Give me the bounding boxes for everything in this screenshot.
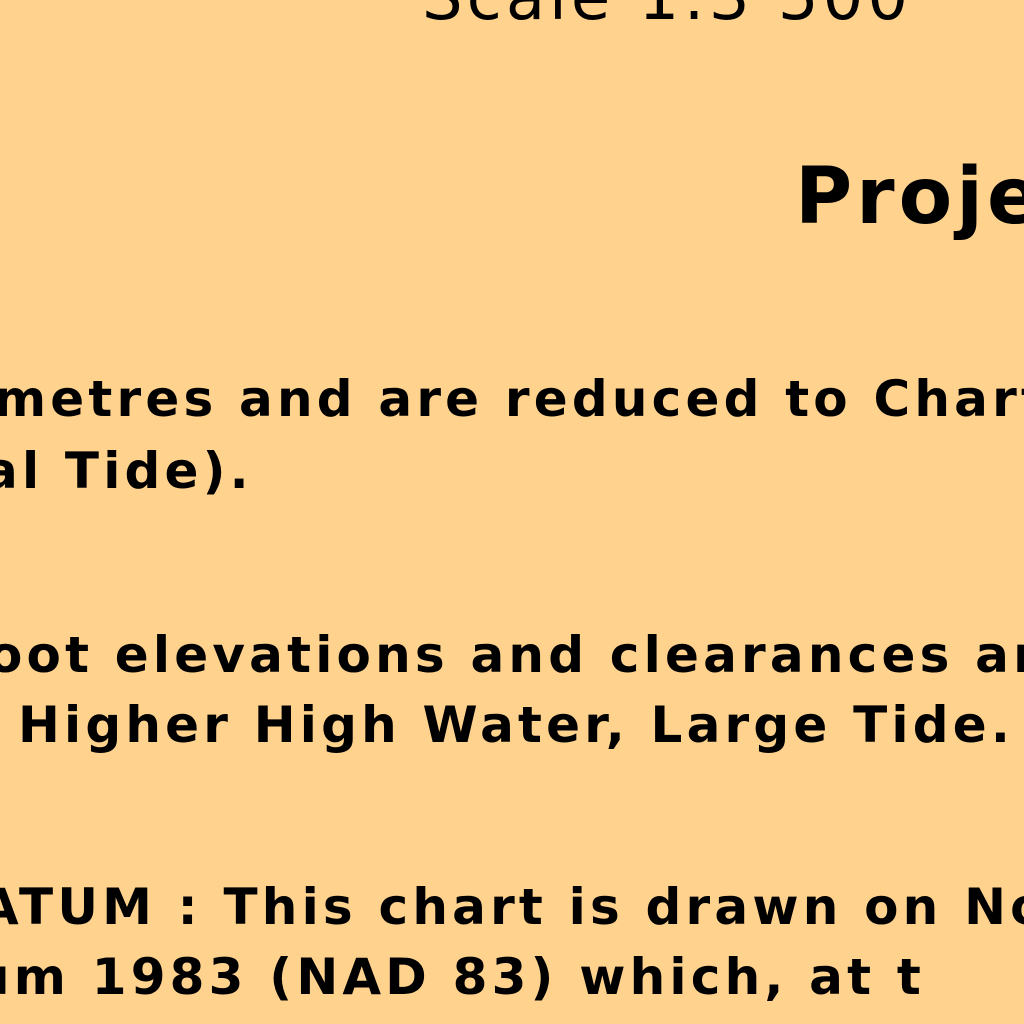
scale-text: Scale 1:3 500 (422, 0, 912, 30)
elevations-note-line-2: Higher High Water, Large Tide. (18, 696, 1015, 754)
horizontal-datum-note-line-1: ATUM : This chart is drawn on No (0, 878, 1024, 936)
depths-note-line-1: metres and are reduced to Chart Dat (0, 370, 1024, 428)
horizontal-datum-note-line-2: um 1983 (NAD 83) which, at t (0, 948, 925, 1006)
elevations-note-line-1: oot elevations and clearances are (0, 626, 1024, 684)
chart-title-notes-panel: Scale 1:3 500 Proje metres and are reduc… (0, 0, 1024, 1024)
projection-heading: Proje (795, 152, 1024, 242)
depths-note-line-2: al Tide). (0, 442, 253, 500)
